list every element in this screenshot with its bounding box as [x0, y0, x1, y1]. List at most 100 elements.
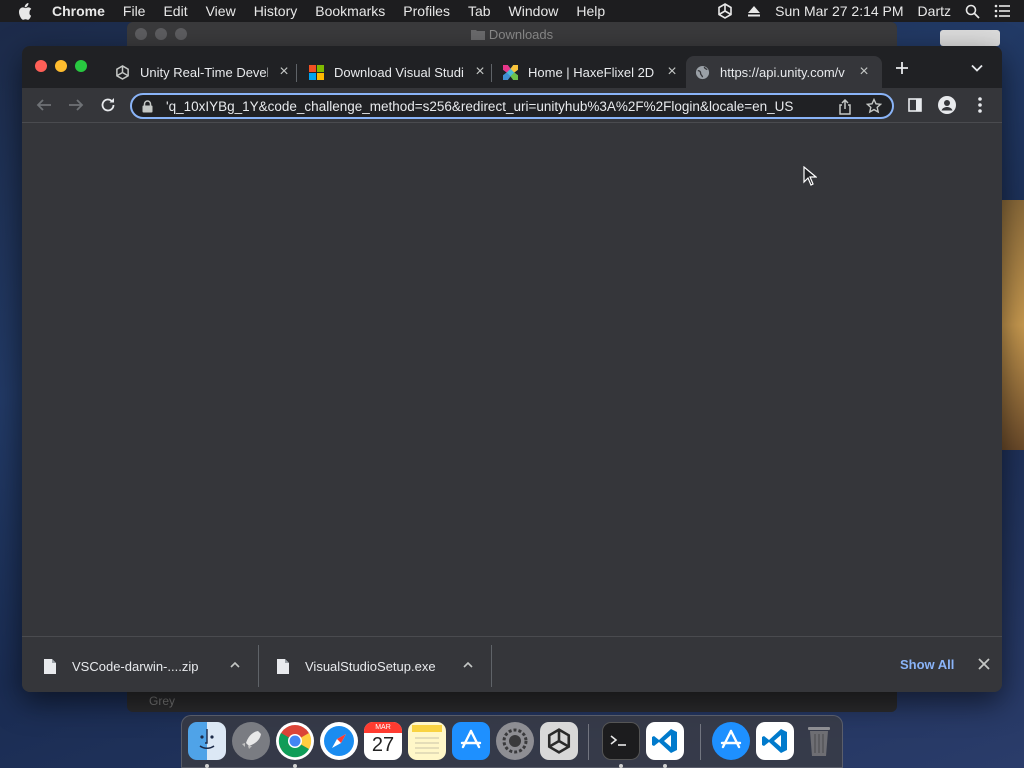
vscode-icon[interactable] — [646, 722, 684, 760]
chrome-minimize-button[interactable] — [55, 60, 67, 72]
lock-icon[interactable] — [142, 99, 156, 113]
vscode-download-icon[interactable] — [756, 722, 794, 760]
tab-title: https://api.unity.com/v — [720, 64, 845, 80]
close-download-shelf-icon[interactable] — [977, 657, 991, 671]
tab-search-button[interactable] — [970, 61, 986, 77]
browser-toolbar: 'q_10xIYBg_1Y&code_challenge_method=s256… — [22, 88, 1002, 122]
download-separator — [258, 645, 259, 687]
tab-title: Unity Real-Time Develo — [140, 64, 268, 80]
chevron-up-icon[interactable] — [228, 658, 242, 672]
trash-icon[interactable] — [800, 722, 838, 760]
reload-icon — [101, 98, 115, 112]
safari-icon[interactable] — [320, 722, 358, 760]
menubar-status-area: Sun Mar 27 2:14 PM Dartz — [717, 0, 1024, 22]
dock: MAR 27 — [181, 715, 843, 768]
dock-running-indicator — [205, 764, 209, 768]
back-button[interactable] — [33, 94, 55, 116]
app-store-download-icon[interactable] — [712, 722, 750, 760]
app-store-icon[interactable] — [452, 722, 490, 760]
download-shelf: VSCode-darwin-....zip VisualStudioSetup.… — [22, 636, 1002, 692]
download-item-vscode[interactable]: VSCode-darwin-....zip — [44, 644, 240, 688]
share-icon[interactable] — [838, 98, 852, 115]
notes-icon[interactable] — [408, 722, 446, 760]
tab-haxeflixel[interactable]: Home | HaxeFlixel 2D G × — [494, 56, 680, 88]
forward-button[interactable] — [65, 94, 87, 116]
profile-avatar-icon — [938, 96, 956, 114]
calendar-month: MAR — [364, 722, 402, 733]
unity-hub-icon[interactable] — [540, 722, 578, 760]
menu-file[interactable]: File — [123, 3, 146, 19]
menu-help[interactable]: Help — [576, 3, 605, 19]
calendar-day: 27 — [371, 734, 395, 756]
finder-icon[interactable] — [188, 722, 226, 760]
menu-window[interactable]: Window — [509, 3, 559, 19]
calendar-icon[interactable]: MAR 27 — [364, 722, 402, 760]
tab-visual-studio[interactable]: Download Visual Studio × — [300, 56, 488, 88]
chrome-traffic-lights — [35, 60, 95, 72]
mouse-cursor-icon — [803, 166, 817, 186]
show-all-downloads-link[interactable]: Show All — [900, 657, 954, 672]
finder-titlebar: Downloads — [127, 22, 897, 46]
unity-status-icon[interactable] — [717, 3, 733, 19]
tab-separator — [491, 64, 492, 82]
menu-edit[interactable]: Edit — [163, 3, 187, 19]
spotlight-search-icon[interactable] — [965, 4, 980, 19]
chrome-close-button[interactable] — [35, 60, 47, 72]
download-filename: VisualStudioSetup.exe — [305, 658, 436, 674]
system-preferences-icon[interactable] — [496, 722, 534, 760]
menu-tab[interactable]: Tab — [468, 3, 491, 19]
tab-close-icon[interactable]: × — [276, 64, 292, 80]
tab-separator — [296, 64, 297, 82]
download-item-visualstudio[interactable]: VisualStudioSetup.exe — [277, 644, 473, 688]
tab-close-icon[interactable]: × — [664, 64, 680, 80]
dock-running-indicator — [619, 764, 623, 768]
file-icon — [44, 658, 56, 674]
download-separator — [491, 645, 492, 687]
globe-icon — [694, 64, 710, 80]
terminal-icon[interactable] — [602, 722, 640, 760]
unity-icon — [114, 64, 130, 80]
dock-running-indicator — [293, 764, 297, 768]
chrome-menu-button[interactable] — [969, 94, 991, 116]
menubar-clock[interactable]: Sun Mar 27 2:14 PM — [775, 3, 903, 19]
menubar-user[interactable]: Dartz — [918, 3, 951, 19]
eject-icon[interactable] — [747, 4, 761, 18]
more-vertical-icon — [978, 97, 982, 113]
file-icon — [277, 658, 289, 674]
reload-button[interactable] — [97, 94, 119, 116]
dock-divider — [700, 724, 701, 760]
bookmark-star-icon[interactable] — [865, 97, 883, 114]
side-panel-button[interactable] — [904, 94, 926, 116]
tab-api-unity[interactable]: https://api.unity.com/v × — [686, 56, 882, 88]
chevron-down-icon — [971, 64, 983, 72]
chrome-icon[interactable] — [276, 722, 314, 760]
arrow-left-icon — [36, 99, 51, 111]
side-panel-icon — [908, 98, 922, 112]
folder-icon — [470, 29, 485, 40]
menu-app-name[interactable]: Chrome — [52, 3, 105, 19]
menu-view[interactable]: View — [206, 3, 236, 19]
control-center-icon[interactable] — [994, 4, 1010, 18]
tab-close-icon[interactable]: × — [472, 64, 488, 80]
tab-close-icon[interactable]: × — [856, 64, 872, 80]
launchpad-icon[interactable] — [232, 722, 270, 760]
address-bar[interactable]: 'q_10xIYBg_1Y&code_challenge_method=s256… — [130, 93, 894, 119]
dock-divider — [588, 724, 589, 760]
background-window-edge — [940, 30, 1000, 46]
finder-sidebar-tag[interactable]: Grey — [127, 690, 897, 712]
menu-history[interactable]: History — [254, 3, 298, 19]
apple-icon[interactable] — [18, 2, 36, 20]
chevron-up-icon[interactable] — [461, 658, 475, 672]
chrome-zoom-button[interactable] — [75, 60, 87, 72]
menu-bookmarks[interactable]: Bookmarks — [315, 3, 385, 19]
microsoft-icon — [308, 64, 324, 80]
url-text[interactable]: 'q_10xIYBg_1Y&code_challenge_method=s256… — [166, 99, 826, 114]
page-content[interactable] — [22, 122, 1002, 636]
new-tab-button[interactable] — [892, 60, 912, 80]
arrow-right-icon — [69, 99, 84, 111]
dock-running-indicator — [663, 764, 667, 768]
profile-button[interactable] — [936, 94, 958, 116]
tab-unity[interactable]: Unity Real-Time Develo × — [106, 56, 292, 88]
download-filename: VSCode-darwin-....zip — [72, 658, 199, 674]
menu-profiles[interactable]: Profiles — [403, 3, 450, 19]
